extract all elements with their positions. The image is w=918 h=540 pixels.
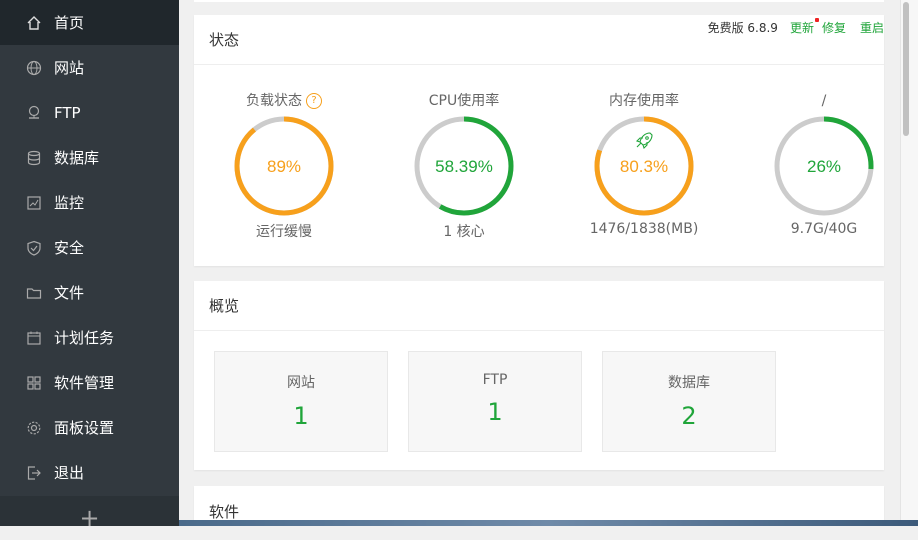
gauge-ring: 80.3%: [594, 116, 694, 216]
main-content: 状态 免费版 6.8.9 更新 修复 重启 负载状态? 89% 运行缓慢 CPU…: [179, 0, 900, 526]
gauge-sub: 1476/1838(MB): [589, 221, 699, 237]
gauge-title: /: [734, 92, 900, 110]
overview-card-label: 网站: [287, 375, 315, 391]
sidebar-item-websites[interactable]: 网站: [0, 45, 179, 90]
rocket-icon[interactable]: [635, 132, 653, 150]
top-strip: [194, 0, 884, 2]
sidebar-item-label: 退出: [54, 464, 85, 482]
gauge-title-text: /: [821, 93, 827, 109]
overview-cards: 网站 1 FTP 1 数据库 2: [194, 331, 884, 472]
sidebar-item-monitor[interactable]: 监控: [0, 180, 179, 225]
sidebar-item-label: 安全: [54, 239, 85, 257]
gauge-title: 负载状态?: [194, 92, 374, 110]
overview-card-value: 1: [293, 402, 309, 430]
version-label: 免费版 6.8.9: [707, 21, 778, 35]
gauges-row: 负载状态? 89% 运行缓慢 CPU使用率 58.39% 1 核心 内存使用率: [194, 65, 884, 265]
gauge-ring: 58.39%: [414, 116, 514, 216]
scrollbar-thumb[interactable]: [903, 2, 909, 136]
folder-icon: [26, 285, 42, 301]
software-title: 软件: [209, 503, 240, 521]
gauge-ring: 89%: [234, 116, 334, 216]
calendar-icon: [26, 330, 42, 346]
help-icon[interactable]: ?: [306, 93, 322, 109]
gauge-cpu[interactable]: CPU使用率 58.39% 1 核心: [374, 65, 554, 241]
gauge-sub: 1 核心: [443, 224, 485, 240]
status-panel-header: 状态 免费版 6.8.9 更新 修复 重启: [194, 15, 884, 65]
gauge-memory[interactable]: 内存使用率 80.3% 1476/1838(MB): [554, 65, 734, 237]
status-title: 状态: [209, 31, 240, 49]
gauge-title-text: 内存使用率: [609, 93, 679, 109]
gauge-title: CPU使用率: [374, 92, 554, 110]
gauge-title: 内存使用率: [554, 92, 734, 110]
sidebar-item-label: FTP: [54, 103, 81, 122]
monitor-icon: [26, 195, 42, 211]
sidebar-item-label: 数据库: [54, 149, 100, 167]
update-label: 更新: [789, 21, 814, 35]
overview-title: 概览: [209, 297, 240, 315]
sidebar-item-label: 监控: [54, 194, 85, 212]
sidebar-item-database[interactable]: 数据库: [0, 135, 179, 180]
sidebar: 首页 网站 FTP 数据库 监控 安全 文件 计划任务 软件管理 面板设置 退出…: [0, 0, 179, 532]
sidebar-item-label: 面板设置: [54, 419, 115, 437]
gauge-sub: 运行缓慢: [256, 224, 312, 240]
globe-icon: [26, 60, 42, 76]
apps-icon: [26, 375, 42, 391]
overview-card-database[interactable]: 数据库 2: [602, 351, 776, 452]
repair-link[interactable]: 修复: [822, 19, 846, 36]
overview-panel: 概览 网站 1 FTP 1 数据库 2: [194, 281, 884, 470]
gauge-ring: 26%: [774, 116, 874, 216]
overview-card-label: FTP: [482, 372, 508, 388]
overview-card-ftp[interactable]: FTP 1: [408, 351, 582, 452]
sidebar-item-label: 计划任务: [54, 329, 115, 347]
sidebar-item-cron[interactable]: 计划任务: [0, 315, 179, 360]
overview-panel-header: 概览: [194, 281, 884, 331]
sidebar-item-logout[interactable]: 退出: [0, 450, 179, 495]
sidebar-item-label: 首页: [54, 14, 85, 32]
sidebar-item-ftp[interactable]: FTP: [0, 90, 179, 135]
sidebar-add-button[interactable]: +: [0, 496, 179, 532]
database-icon: [26, 150, 42, 166]
update-dot: [814, 18, 819, 22]
overview-card-label: 数据库: [668, 375, 710, 391]
sidebar-item-home[interactable]: 首页: [0, 0, 179, 45]
overview-card-value: 1: [487, 398, 503, 426]
sidebar-item-software[interactable]: 软件管理: [0, 360, 179, 405]
sidebar-item-label: 软件管理: [54, 374, 115, 392]
logout-icon: [26, 465, 42, 481]
restart-link[interactable]: 重启: [860, 19, 884, 36]
sidebar-item-settings[interactable]: 面板设置: [0, 405, 179, 450]
update-link[interactable]: 更新: [789, 18, 819, 36]
gauge-value: 26%: [807, 157, 841, 176]
gauge-title-text: CPU使用率: [428, 93, 500, 109]
ftp-icon: [26, 105, 42, 121]
gauge-title-text: 负载状态: [246, 93, 302, 109]
sidebar-item-label: 网站: [54, 59, 85, 77]
status-panel: 状态 免费版 6.8.9 更新 修复 重启 负载状态? 89% 运行缓慢 CPU…: [194, 15, 884, 266]
gauge-value: 80.3%: [620, 157, 668, 176]
page-scrollbar[interactable]: [900, 0, 918, 526]
gauge-sub: 9.7G/40G: [790, 221, 858, 237]
gauge-disk[interactable]: / 26% 9.7G/40G: [734, 65, 900, 237]
gear-icon: [26, 420, 42, 436]
gauge-load[interactable]: 负载状态? 89% 运行缓慢: [194, 65, 374, 241]
shield-icon: [26, 240, 42, 256]
home-icon: [26, 15, 42, 31]
overview-card-value: 2: [681, 402, 697, 430]
taskbar-strip: [179, 520, 918, 526]
version-bar: 免费版 6.8.9 更新 修复 重启: [707, 18, 884, 36]
gauge-value: 89%: [267, 157, 301, 176]
sidebar-item-security[interactable]: 安全: [0, 225, 179, 270]
sidebar-item-label: 文件: [54, 284, 85, 302]
overview-card-websites[interactable]: 网站 1: [214, 351, 388, 452]
sidebar-item-files[interactable]: 文件: [0, 270, 179, 315]
gauge-value: 58.39%: [435, 157, 493, 176]
